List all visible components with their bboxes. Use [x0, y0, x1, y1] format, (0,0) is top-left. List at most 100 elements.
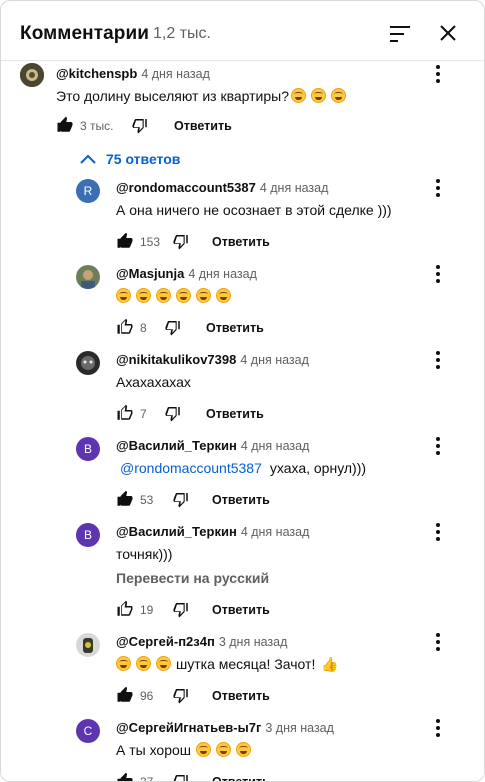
chevron-up-icon: [80, 154, 96, 164]
dislike-button[interactable]: [172, 686, 192, 706]
thumb-down-icon: [173, 603, 188, 618]
like-button[interactable]: [116, 490, 136, 510]
like-count: 8: [140, 321, 147, 335]
reply-button[interactable]: Ответить: [212, 235, 270, 249]
like-button[interactable]: [56, 116, 76, 136]
like-button[interactable]: [116, 232, 136, 252]
comment-author[interactable]: @rondomaccount5387: [116, 180, 256, 195]
thumb-up-icon: [117, 232, 133, 248]
comment-time[interactable]: 4 дня назад: [260, 181, 329, 195]
avatar-letter: R: [83, 184, 93, 198]
thumb-up-outline-icon: [117, 318, 133, 334]
like-count: 96: [140, 689, 154, 703]
comment-actions: 37 Ответить: [116, 772, 316, 781]
laughing-emoji-icon: [116, 288, 131, 303]
comment-actions: 96 Ответить: [116, 686, 316, 708]
more-options-button[interactable]: [430, 435, 446, 457]
more-options-button[interactable]: [430, 521, 446, 543]
dislike-button[interactable]: [172, 772, 192, 781]
comment-text: шутка месяца! Зачот!: [176, 656, 316, 672]
comment-time[interactable]: 3 дня назад: [219, 635, 288, 649]
header-divider: [1, 60, 484, 61]
laughing-emoji-icon: [116, 656, 131, 671]
laughing-emoji-icon: [236, 742, 252, 757]
comment-author[interactable]: @Василий_Теркин: [116, 438, 237, 453]
more-options-button[interactable]: [430, 177, 446, 199]
thumbs-up-emoji-icon: 👍: [321, 656, 339, 672]
comment-time[interactable]: 4 дня назад: [241, 525, 310, 539]
laughing-emoji-icon: [196, 288, 211, 303]
more-options-button[interactable]: [430, 717, 446, 739]
avatar[interactable]: [76, 265, 100, 289]
comment-actions: 19 Ответить: [116, 600, 316, 622]
like-button[interactable]: [116, 686, 136, 706]
laughing-emoji-icon: [176, 288, 191, 303]
comment-text: Ахахахахах: [116, 374, 191, 390]
more-options-button[interactable]: [430, 349, 446, 371]
more-vert-icon: [436, 437, 440, 455]
reply-button[interactable]: Ответить: [212, 689, 270, 703]
laughing-emoji-icon: [216, 288, 231, 303]
comments-header: Комментарии 1,2 тыс.: [1, 1, 484, 61]
avatar[interactable]: [76, 633, 100, 657]
dislike-button[interactable]: [172, 490, 192, 510]
like-button[interactable]: [116, 772, 136, 781]
comment-author[interactable]: @kitchenspb: [56, 66, 137, 81]
more-options-button[interactable]: [430, 263, 446, 285]
more-vert-icon: [436, 523, 440, 541]
avatar[interactable]: В: [76, 437, 100, 461]
reply-button[interactable]: Ответить: [206, 407, 264, 421]
avatar-letter: С: [83, 724, 93, 738]
comment-time[interactable]: 4 дня назад: [141, 67, 210, 81]
comment-author[interactable]: @Василий_Теркин: [116, 524, 237, 539]
dislike-button[interactable]: [172, 232, 192, 252]
thumb-down-icon: [173, 775, 188, 781]
like-count: 7: [140, 407, 147, 421]
comment-actions: 153 Ответить: [116, 232, 316, 254]
reply-button[interactable]: Ответить: [206, 321, 264, 335]
avatar[interactable]: [20, 63, 44, 87]
reply-button[interactable]: Ответить: [212, 775, 270, 781]
reply-button[interactable]: Ответить: [212, 493, 270, 507]
avatar[interactable]: [76, 351, 100, 375]
sort-icon: [390, 26, 410, 42]
like-button[interactable]: [116, 404, 136, 424]
comment-time[interactable]: 4 дня назад: [240, 353, 309, 367]
emoji-row: [196, 742, 256, 758]
dislike-button[interactable]: [131, 116, 151, 136]
avatar[interactable]: С: [76, 719, 100, 743]
like-button[interactable]: [116, 600, 136, 620]
comment-author[interactable]: @Сергей-п2з4п: [116, 634, 215, 649]
thumb-down-icon: [165, 321, 180, 336]
comment-author[interactable]: @СергейИгнатьев-ы7г: [116, 720, 261, 735]
thumb-up-icon: [117, 772, 133, 781]
comments-title: Комментарии: [20, 23, 150, 44]
more-options-button[interactable]: [430, 631, 446, 653]
laughing-emoji-icon: [216, 742, 232, 757]
comment-time[interactable]: 4 дня назад: [188, 267, 257, 281]
reply-button[interactable]: Ответить: [212, 603, 270, 617]
comment-actions: 7 Ответить: [116, 404, 316, 426]
dislike-button[interactable]: [172, 600, 192, 620]
comment-time[interactable]: 4 дня назад: [241, 439, 310, 453]
emoji-row: [290, 88, 351, 104]
reply-button[interactable]: Ответить: [174, 119, 232, 133]
laughing-emoji-icon: [136, 288, 151, 303]
like-button[interactable]: [116, 318, 136, 338]
more-options-button[interactable]: [430, 63, 446, 85]
thumb-down-icon: [173, 235, 188, 250]
dislike-button[interactable]: [164, 318, 184, 338]
avatar[interactable]: В: [76, 523, 100, 547]
more-vert-icon: [436, 351, 440, 369]
close-icon: [440, 25, 456, 41]
avatar-letter: В: [83, 528, 92, 542]
dislike-button[interactable]: [164, 404, 184, 424]
comment-author[interactable]: @nikitakulikov7398: [116, 352, 236, 367]
avatar[interactable]: R: [76, 179, 100, 203]
comment-author[interactable]: @Masjunja: [116, 266, 184, 281]
sort-button[interactable]: [387, 21, 413, 47]
translate-button[interactable]: Перевести на русский: [116, 570, 269, 586]
mention-link[interactable]: @rondomaccount5387: [120, 460, 262, 476]
close-button[interactable]: [436, 21, 462, 47]
comment-time[interactable]: 3 дня назад: [265, 721, 334, 735]
